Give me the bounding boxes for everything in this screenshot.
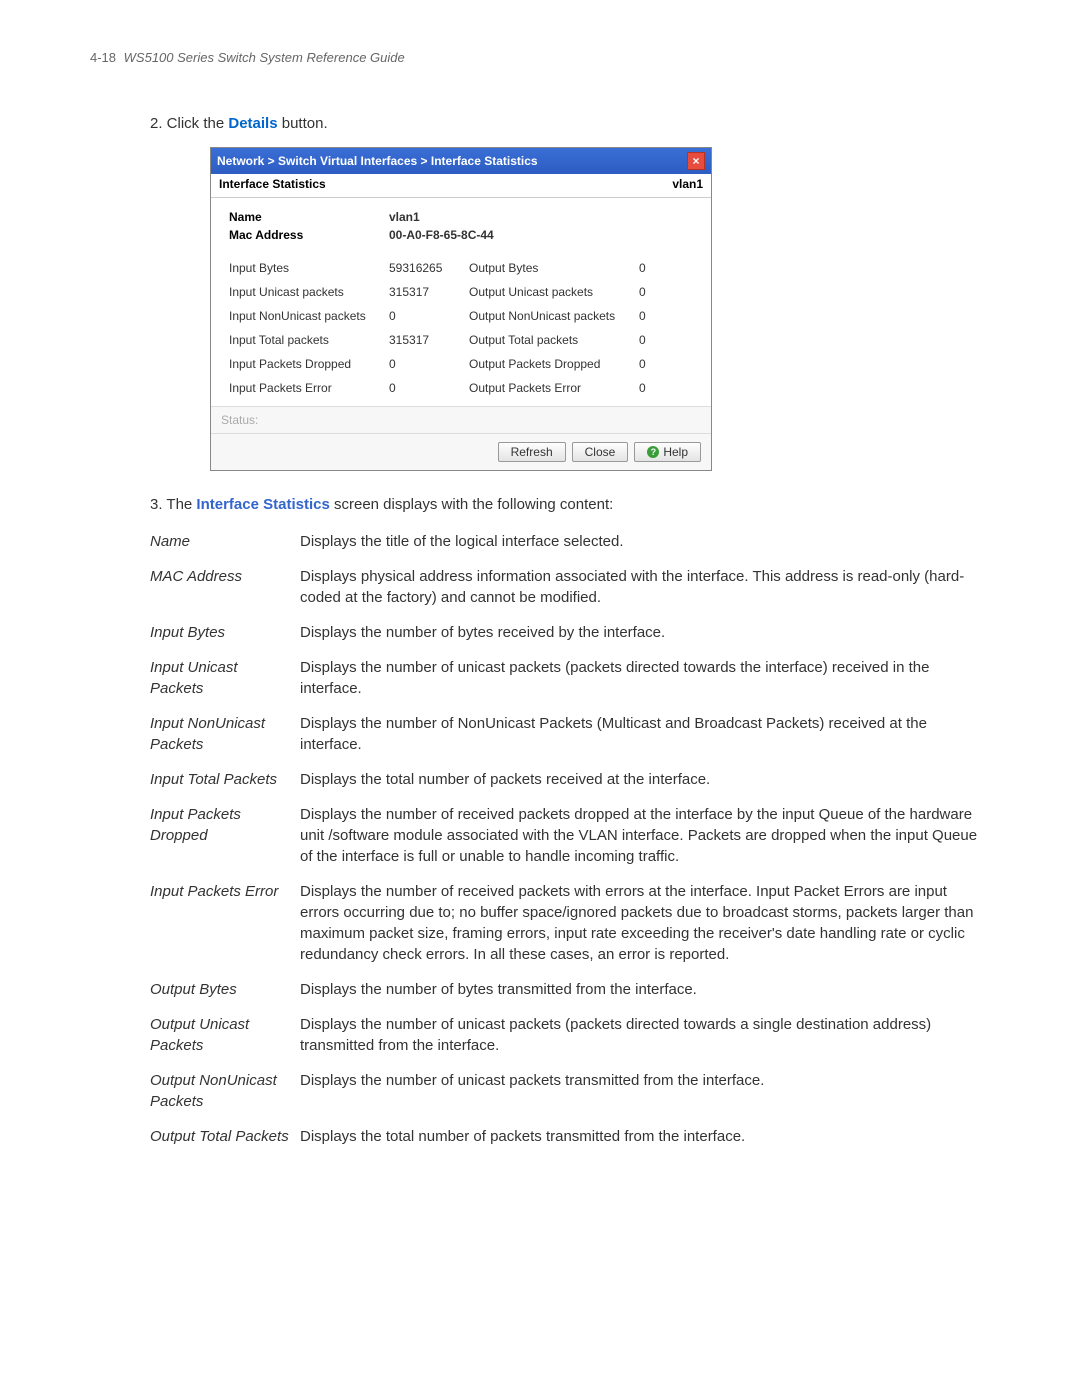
stat-input-value: 315317 [389,285,469,299]
definition-row: Input Packets DroppedDisplays the number… [150,804,990,867]
subheader-vlan: vlan1 [672,177,703,191]
definition-term: Input Total Packets [150,769,300,790]
name-label: Name [229,210,389,224]
stat-output-label: Output Packets Error [469,381,639,395]
stat-output-value: 0 [639,357,679,371]
refresh-button[interactable]: Refresh [498,442,566,462]
definition-row: Output NonUnicast PacketsDisplays the nu… [150,1070,990,1112]
stat-output-value: 0 [639,261,679,275]
stat-output-label: Output Packets Dropped [469,357,639,371]
interface-statistics-dialog: Network > Switch Virtual Interfaces > In… [210,147,712,471]
stat-input-value: 0 [389,357,469,371]
definition-description: Displays physical address information as… [300,566,990,608]
stat-input-value: 59316265 [389,261,469,275]
definition-description: Displays the number of unicast packets (… [300,1014,990,1056]
stat-input-value: 0 [389,309,469,323]
details-keyword: Details [228,115,277,132]
dialog-title-bar: Network > Switch Virtual Interfaces > In… [211,148,711,174]
definition-description: Displays the number of NonUnicast Packet… [300,713,990,755]
definition-description: Displays the number of received packets … [300,804,990,867]
name-value: vlan1 [389,210,420,224]
definition-term: MAC Address [150,566,300,608]
definition-row: Input Total PacketsDisplays the total nu… [150,769,990,790]
definition-description: Displays the number of bytes transmitted… [300,979,990,1000]
definition-row: NameDisplays the title of the logical in… [150,531,990,552]
definition-description: Displays the number of bytes received by… [300,622,990,643]
definition-row: Input Packets ErrorDisplays the number o… [150,881,990,965]
definition-term: Input Packets Error [150,881,300,965]
step-3: 3. The Interface Statistics screen displ… [150,496,990,513]
help-button[interactable]: ? Help [634,442,701,462]
stat-input-value: 315317 [389,333,469,347]
definition-row: Output Unicast PacketsDisplays the numbe… [150,1014,990,1056]
definition-term: Name [150,531,300,552]
stat-output-label: Output Total packets [469,333,639,347]
stats-grid: Input Bytes59316265Output Bytes0Input Un… [229,256,693,400]
definition-term: Output Bytes [150,979,300,1000]
stat-input-label: Input Unicast packets [229,285,389,299]
stats-row: Input NonUnicast packets0Output NonUnica… [229,304,693,328]
interface-statistics-keyword: Interface Statistics [196,496,329,513]
close-button[interactable]: Close [572,442,629,462]
doc-title: WS5100 Series Switch System Reference Gu… [124,50,405,65]
definition-description: Displays the total number of packets rec… [300,769,990,790]
stat-input-label: Input Total packets [229,333,389,347]
mac-value: 00-A0-F8-65-8C-44 [389,228,494,242]
definition-term: Input Bytes [150,622,300,643]
stat-input-label: Input Bytes [229,261,389,275]
dialog-breadcrumb: Network > Switch Virtual Interfaces > In… [217,154,538,168]
definition-description: Displays the title of the logical interf… [300,531,990,552]
definition-row: Input BytesDisplays the number of bytes … [150,622,990,643]
stats-row: Input Bytes59316265Output Bytes0 [229,256,693,280]
stat-output-label: Output Unicast packets [469,285,639,299]
step-2: 2. Click the Details button. [150,115,990,132]
definitions-table: NameDisplays the title of the logical in… [150,531,990,1147]
stats-row: Input Total packets315317Output Total pa… [229,328,693,352]
definition-term: Input Unicast Packets [150,657,300,699]
definition-row: Output BytesDisplays the number of bytes… [150,979,990,1000]
stat-input-label: Input Packets Error [229,381,389,395]
definition-description: Displays the number of received packets … [300,881,990,965]
definition-term: Input Packets Dropped [150,804,300,867]
stat-output-value: 0 [639,309,679,323]
definition-description: Displays the total number of packets tra… [300,1126,990,1147]
definition-row: MAC AddressDisplays physical address inf… [150,566,990,608]
definition-description: Displays the number of unicast packets (… [300,657,990,699]
definition-row: Output Total PacketsDisplays the total n… [150,1126,990,1147]
definition-row: Input Unicast PacketsDisplays the number… [150,657,990,699]
page-header: 4-18 WS5100 Series Switch System Referen… [90,50,990,65]
dialog-subheader: Interface Statistics vlan1 [211,174,711,198]
stat-output-value: 0 [639,333,679,347]
stat-output-value: 0 [639,285,679,299]
definition-description: Displays the number of unicast packets t… [300,1070,990,1112]
stats-row: Input Packets Dropped0Output Packets Dro… [229,352,693,376]
stat-output-label: Output NonUnicast packets [469,309,639,323]
definition-term: Output NonUnicast Packets [150,1070,300,1112]
status-bar: Status: [211,406,711,433]
stats-row: Input Unicast packets315317Output Unicas… [229,280,693,304]
definition-term: Output Total Packets [150,1126,300,1147]
help-icon: ? [647,446,659,458]
subheader-title: Interface Statistics [219,177,326,191]
definition-term: Input NonUnicast Packets [150,713,300,755]
stat-output-label: Output Bytes [469,261,639,275]
stat-input-value: 0 [389,381,469,395]
stats-row: Input Packets Error0Output Packets Error… [229,376,693,400]
close-icon[interactable]: × [687,152,705,170]
page-number: 4-18 [90,50,116,65]
mac-label: Mac Address [229,228,389,242]
definition-term: Output Unicast Packets [150,1014,300,1056]
definition-row: Input NonUnicast PacketsDisplays the num… [150,713,990,755]
stat-input-label: Input NonUnicast packets [229,309,389,323]
stat-output-value: 0 [639,381,679,395]
stat-input-label: Input Packets Dropped [229,357,389,371]
button-bar: Refresh Close ? Help [211,433,711,470]
